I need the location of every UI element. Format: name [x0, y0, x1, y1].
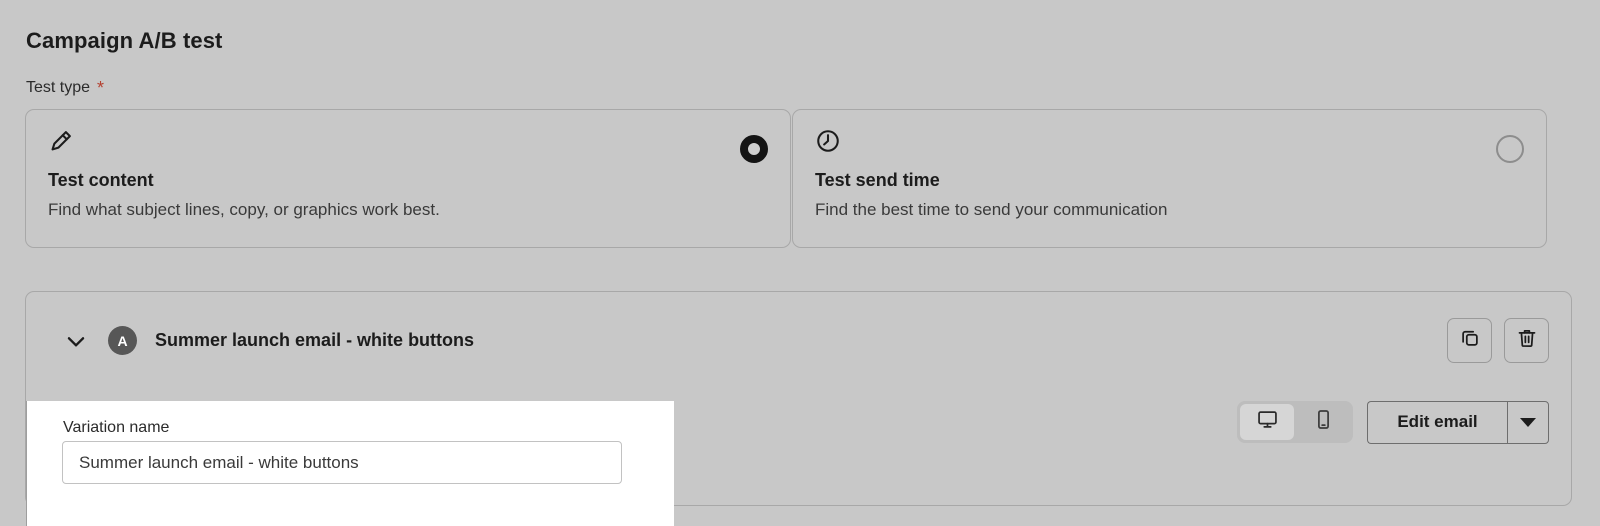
variation-badge: A	[108, 326, 137, 355]
variation-name-label: Variation name	[63, 419, 170, 436]
edit-email-dropdown-button[interactable]	[1507, 400, 1549, 444]
radio-test-send-time[interactable]	[1496, 135, 1524, 163]
variation-title: Summer launch email - white buttons	[155, 330, 475, 350]
option-title: Test content	[48, 170, 154, 190]
duplicate-variation-button[interactable]	[1447, 318, 1492, 363]
option-card-test-content[interactable]: Test content Find what subject lines, co…	[25, 109, 791, 248]
variation-header-actions	[1447, 318, 1549, 363]
desktop-icon	[1256, 408, 1279, 436]
delete-variation-button[interactable]	[1504, 318, 1549, 363]
required-asterisk: *	[97, 78, 105, 98]
variation-name-input[interactable]	[62, 441, 622, 484]
pencil-icon	[48, 128, 74, 154]
variation-name-panel: Variation name	[26, 401, 674, 526]
option-description: Find what subject lines, copy, or graphi…	[48, 200, 440, 219]
option-description: Find the best time to send your communic…	[815, 200, 1168, 219]
edit-email-split-button: Edit email	[1367, 400, 1549, 444]
variation-preview-actions: Edit email	[1237, 389, 1549, 455]
desktop-preview-button[interactable]	[1240, 404, 1294, 440]
clock-icon	[815, 128, 841, 154]
mobile-preview-button[interactable]	[1296, 404, 1350, 440]
chevron-down-icon	[1520, 417, 1536, 427]
chevron-down-icon[interactable]	[62, 327, 90, 355]
ab-test-screen: Campaign A/B test Test type * Test conte…	[0, 0, 1600, 526]
device-preview-toggle	[1237, 401, 1353, 443]
radio-test-content[interactable]	[740, 135, 768, 163]
edit-email-button[interactable]: Edit email	[1367, 400, 1507, 444]
option-card-test-send-time[interactable]: Test send time Find the best time to sen…	[792, 109, 1547, 248]
test-type-label-text: Test type	[26, 79, 91, 96]
test-type-field-label: Test type *	[26, 77, 104, 97]
page-title: Campaign A/B test	[26, 28, 223, 53]
option-title: Test send time	[815, 170, 940, 190]
trash-icon	[1516, 327, 1538, 354]
mobile-icon	[1312, 408, 1335, 436]
variation-header: A Summer launch email - white buttons	[26, 292, 1571, 389]
copy-icon	[1459, 327, 1481, 354]
